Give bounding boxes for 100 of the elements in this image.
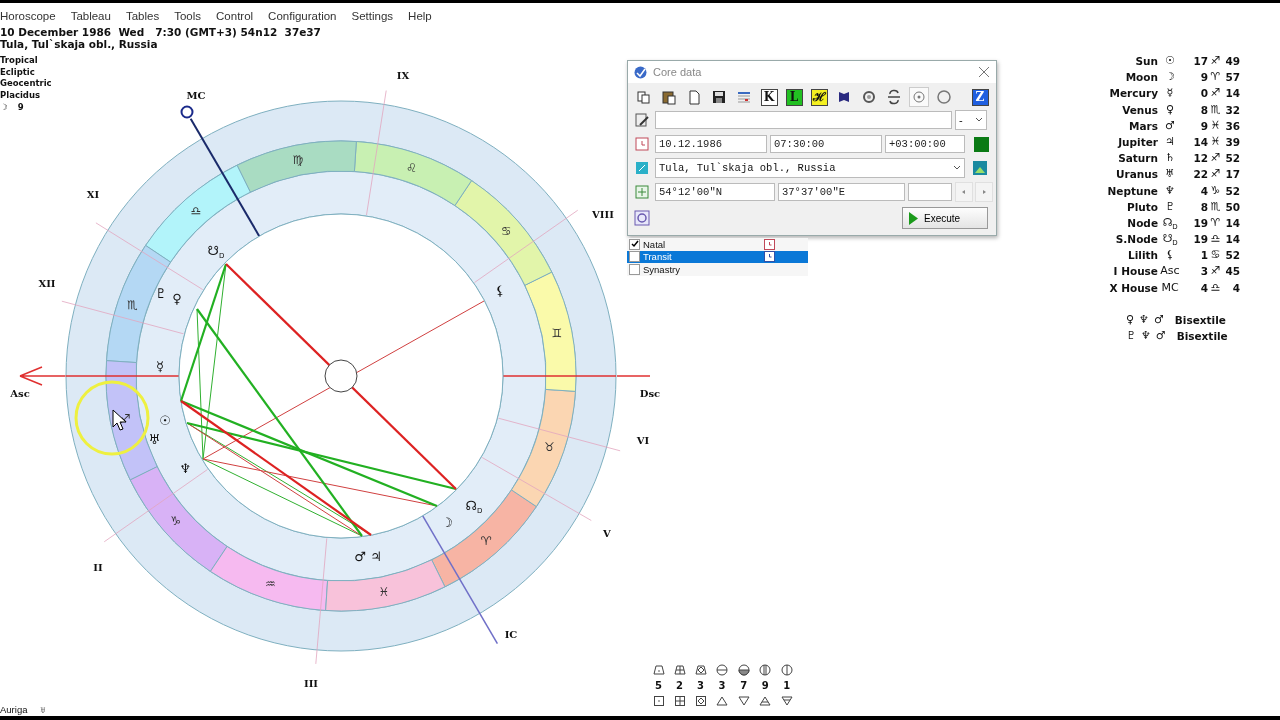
planet-name: Pluto [1126, 199, 1158, 215]
calendar-icon[interactable] [634, 136, 650, 152]
sign-glyph: ♐ [1209, 150, 1222, 167]
planet-name: S.Node [1114, 232, 1158, 248]
degree-value: 4 [1199, 280, 1208, 296]
planet-glyph: ☊$_{D}$ [465, 498, 483, 512]
coordinates-icon[interactable] [634, 184, 650, 200]
planet-glyph: ♆ [179, 461, 191, 475]
house-label: III [304, 677, 318, 689]
minute-value: 14 [1224, 215, 1240, 231]
circle-icon [936, 89, 952, 105]
color-swatch[interactable] [974, 136, 989, 152]
chevron-icon [953, 165, 961, 171]
chart-setting-label: Placidus [0, 90, 41, 102]
pattern-count: 3 [697, 680, 704, 691]
sign-glyph: ♈ [1209, 214, 1222, 231]
degree-value: 8 [1199, 102, 1208, 118]
toolbar-button[interactable]: K [759, 87, 779, 107]
degree-value: 0 [1199, 86, 1208, 102]
chart-list-item[interactable]: Synastry [627, 263, 808, 276]
clock-icon[interactable] [764, 238, 775, 250]
edit-icon[interactable] [634, 112, 650, 128]
minute-value: 50 [1224, 199, 1240, 215]
house-label: XII [38, 277, 56, 289]
chart-list-item[interactable]: Transit [627, 250, 808, 263]
degree-value: 9 [1199, 118, 1208, 134]
aspect-pattern-icon [694, 663, 707, 676]
sign-glyph: ♎ [1209, 279, 1222, 296]
chart-place-line: Tula, Tul`skaja obl., Russia [0, 38, 159, 50]
minute-value: 4 [1231, 280, 1240, 296]
app-icon [634, 65, 647, 79]
house-label: VIII [592, 208, 614, 220]
planet-glyph: ☉ [159, 413, 171, 427]
degree-value: 9 [1199, 70, 1208, 86]
menu-item[interactable]: Tables [125, 10, 160, 22]
house-label: IX [396, 69, 410, 81]
menu-item[interactable]: Settings [351, 10, 394, 22]
planet-glyph: ☋$_{D}$ [207, 243, 225, 257]
pattern-count: 5 [655, 680, 662, 691]
name-field[interactable] [655, 111, 952, 129]
checkbox[interactable] [629, 238, 640, 250]
place-combo[interactable]: Tula, Tul`skaja obl., Russia [655, 158, 965, 178]
value-field[interactable] [908, 183, 952, 201]
planet-glyph: ♆ [1164, 182, 1176, 199]
selector-dropdown[interactable]: - [955, 110, 987, 130]
planet-glyph: ☊$_{D}$ [1161, 214, 1179, 232]
zodiac-sign-glyph: ♏ [127, 298, 139, 313]
sign-glyph: ♐ [1209, 263, 1222, 280]
planet-glyph: ♂ [1155, 328, 1166, 344]
planet-name: Sun [1134, 54, 1158, 69]
planet-glyph: ☋$_{D}$ [1161, 231, 1179, 248]
close-icon[interactable] [978, 66, 990, 78]
pattern-count: 3 [718, 680, 726, 691]
longitude-field[interactable]: 37°37'00"E [778, 183, 905, 201]
execute-button[interactable]: Execute [902, 207, 988, 229]
pattern-count: 7 [740, 680, 748, 691]
configuration-name: Bisextile [1176, 329, 1228, 344]
planet-name: I House [1112, 264, 1158, 280]
house-label: MC [186, 89, 206, 101]
toolbar-button[interactable]: L [784, 87, 804, 107]
minute-value: 49 [1224, 54, 1240, 69]
timezone-field[interactable]: +03:00:00 [885, 135, 965, 153]
new-icon [686, 89, 702, 105]
date-field[interactable]: 10.12.1986 [655, 135, 767, 153]
planet-glyph: ⚸ [495, 283, 505, 297]
degree-value: 14 [1192, 134, 1208, 150]
chart-setting-label: Geocentric [0, 78, 52, 91]
checkbox[interactable] [629, 251, 640, 263]
menu-item[interactable]: Control [216, 10, 254, 22]
latitude-field[interactable]: 54°12'00"N [655, 183, 775, 201]
menu-item[interactable]: Help [408, 10, 432, 22]
planet-glyph: ☿ [1165, 85, 1175, 102]
house-label: II [93, 561, 103, 573]
clock-icon[interactable] [764, 251, 775, 263]
map-icon[interactable] [972, 160, 988, 176]
dialog-title: Core data [653, 66, 703, 78]
chart-list-item[interactable]: Natal [627, 238, 808, 251]
aspect-pattern-icon [759, 695, 772, 707]
planet-name: Node [1126, 215, 1158, 231]
planet-glyph: MC [1160, 279, 1180, 296]
menu-item[interactable]: Horoscope [0, 10, 56, 22]
planet-name: Moon [1124, 70, 1158, 86]
degree-value: 1 [1199, 248, 1208, 264]
pattern-count: 2 [676, 680, 683, 691]
sign-glyph: ♏ [1209, 198, 1222, 215]
planet-glyph: Asc [1159, 263, 1181, 280]
toolbar-button[interactable]: ℋ [809, 87, 829, 107]
menu-item[interactable]: Configuration [268, 10, 337, 22]
aspect-pattern-icon [780, 663, 793, 676]
chart-setting-label: Ecliptic [0, 66, 35, 79]
menu-item[interactable]: Tools [174, 10, 202, 22]
checkbox[interactable] [629, 263, 640, 275]
toolbar-button[interactable]: Z [970, 87, 990, 107]
menu-item[interactable]: Tableau [70, 10, 111, 22]
sign-glyph: ♓ [1209, 117, 1222, 134]
status-label: Auriga [0, 704, 28, 715]
house-label: VI [636, 434, 650, 446]
sign-glyph: ♐ [1209, 166, 1222, 183]
moon-glyph: ☽ [0, 101, 8, 114]
time-field[interactable]: 07:30:00 [770, 135, 882, 153]
